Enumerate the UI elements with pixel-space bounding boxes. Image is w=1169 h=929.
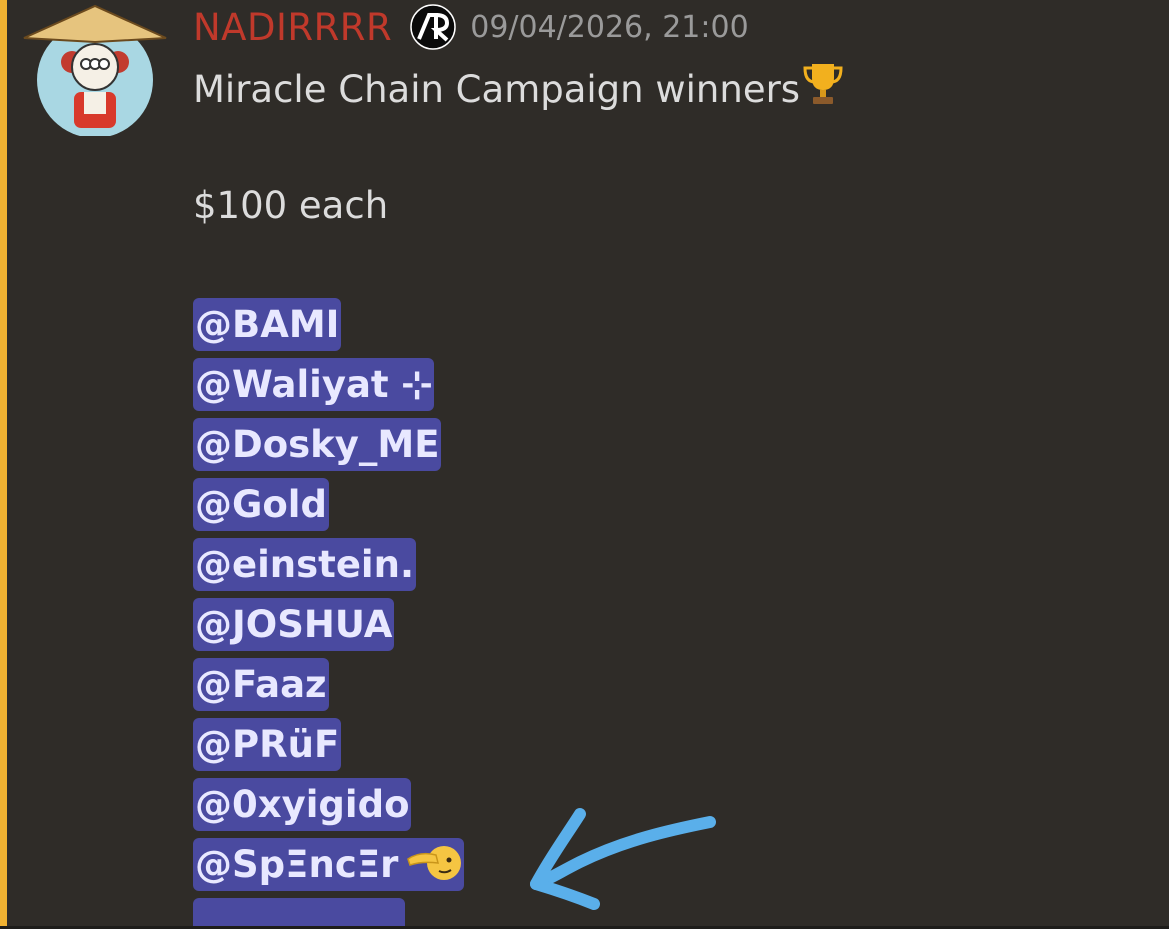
user-mention[interactable]: @BAMI [193,298,342,351]
avatar-icon[interactable] [22,2,168,136]
user-mention-partial[interactable] [193,898,405,929]
username[interactable]: NADIRRRR [193,6,392,49]
user-mention-spencer[interactable]: @SpΞncΞr [193,838,465,891]
message-amount: $100 each [193,184,389,227]
message-timestamp: 09/04/2026, 21:00 [470,9,749,45]
salute-emoji-icon [407,846,462,880]
user-mention[interactable]: @Waliyat ⊹ [193,358,435,411]
user-mention[interactable]: @Faaz [193,658,329,711]
mention-label: @SpΞncΞr [195,843,399,886]
message-title-line: Miracle Chain Campaign winners [193,60,844,111]
hand-drawn-arrow-icon [530,808,716,910]
user-mention[interactable]: @Dosky_ME [193,418,442,471]
message-highlight-bar [0,0,7,929]
ar-badge-icon[interactable] [410,4,456,50]
user-mention[interactable]: @JOSHUA [193,598,395,651]
user-mention[interactable]: @einstein. [193,538,417,591]
user-mention[interactable]: @0xyigido [193,778,412,831]
user-mention[interactable]: @Gold [193,478,329,531]
trophy-icon [803,64,843,104]
message-title: Miracle Chain Campaign winners [193,68,801,111]
user-mention[interactable]: @PRüF [193,718,342,771]
message-header: NADIRRRR 09/04/2026, 21:00 [193,4,749,50]
